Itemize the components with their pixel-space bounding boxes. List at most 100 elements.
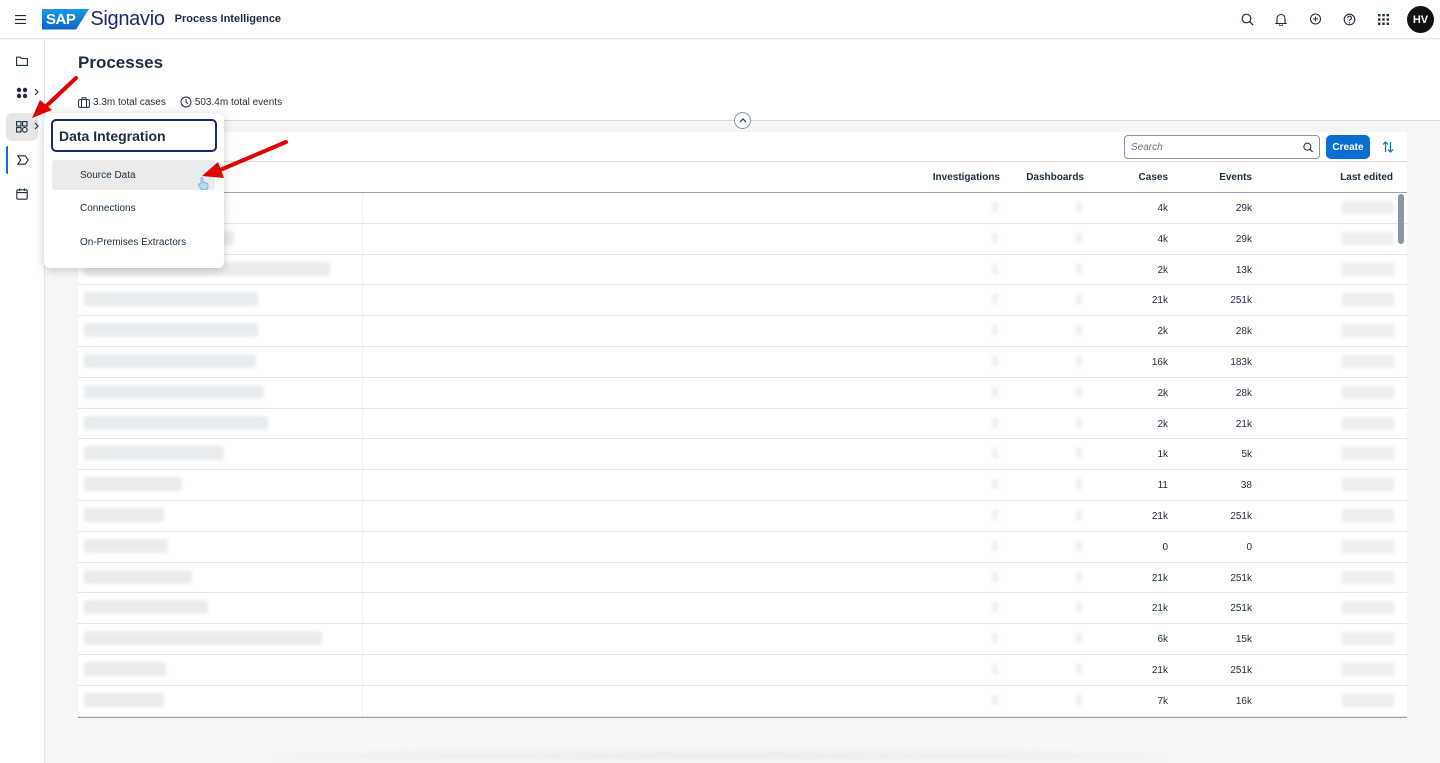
search-icon[interactable] — [1230, 3, 1264, 37]
table-row[interactable]: 2k 13k — [78, 254, 1407, 286]
investigations-redacted — [992, 602, 998, 613]
events-cell: 29k — [1235, 233, 1252, 245]
search-icon[interactable] — [1302, 142, 1313, 153]
table-row[interactable]: 6k 15k — [78, 624, 1407, 655]
table-row[interactable]: 21k 251k — [78, 500, 1407, 532]
process-name-redacted[interactable] — [84, 446, 224, 461]
last-edited-redacted — [1342, 231, 1394, 245]
create-button[interactable]: Create — [1326, 135, 1370, 159]
cases-cell: 16k — [1151, 356, 1168, 368]
cases-cell: 21k — [1151, 295, 1168, 307]
process-name-redacted[interactable] — [84, 415, 268, 430]
chevron-right-icon — [34, 122, 39, 130]
last-edited-redacted — [1342, 539, 1394, 553]
total-events-stat: 503.4m total events — [180, 96, 282, 108]
apps-grid-icon[interactable] — [1366, 3, 1400, 37]
table-row[interactable]: 2k 28k — [78, 377, 1407, 409]
cases-cell: 2k — [1157, 418, 1168, 430]
process-name-redacted[interactable] — [84, 692, 164, 707]
investigations-redacted — [992, 540, 998, 551]
shell-actions: HV — [1230, 0, 1440, 39]
table-row[interactable]: 2k 21k — [78, 408, 1407, 440]
events-cell: 15k — [1235, 634, 1252, 646]
menu-item-on-premises-extractors[interactable]: On-Premises Extractors — [52, 227, 215, 257]
menu-item-connections[interactable]: Connections — [52, 193, 215, 223]
process-name-redacted[interactable] — [84, 538, 168, 553]
table-body: 4k 29k 4k 29k 2k 13k 21k 251k 2k 28k 16k 183k 2k 28k 2… — [78, 193, 1407, 717]
journey-icon — [17, 155, 29, 165]
data-integration-menu: Data Integration Source Data Connections… — [44, 113, 224, 268]
column-header-dashboards[interactable]: Dashboards — [1026, 172, 1084, 183]
table-row[interactable]: 4k 29k — [78, 193, 1407, 224]
last-edited-redacted — [1342, 385, 1394, 399]
dashboards-redacted — [1076, 232, 1082, 243]
investigations-redacted — [992, 386, 998, 397]
dashboards-redacted — [1076, 448, 1082, 459]
dashboards-redacted — [1076, 694, 1082, 705]
column-separator — [362, 593, 363, 624]
cases-cell: 2k — [1157, 326, 1168, 338]
collapse-header-button[interactable] — [734, 112, 751, 129]
table-row[interactable]: 21k 251k — [78, 285, 1407, 317]
help-icon[interactable] — [1332, 3, 1366, 37]
folder-icon — [16, 56, 28, 66]
last-edited-redacted — [1342, 570, 1394, 584]
process-name-redacted[interactable] — [84, 384, 264, 399]
process-name-redacted[interactable] — [84, 292, 258, 307]
cases-cell: 21k — [1151, 572, 1168, 584]
cases-cell: 21k — [1151, 510, 1168, 522]
sort-button[interactable] — [1379, 138, 1397, 156]
process-name-redacted[interactable] — [84, 507, 164, 522]
column-header-cases[interactable]: Cases — [1139, 172, 1168, 183]
menu-icon[interactable] — [0, 0, 40, 39]
table-row[interactable]: 21k 251k — [78, 654, 1407, 686]
process-name-redacted[interactable] — [84, 477, 182, 492]
events-cell: 5k — [1241, 449, 1252, 461]
chat-icon[interactable] — [1298, 3, 1332, 37]
investigations-redacted — [992, 694, 998, 705]
process-name-redacted[interactable] — [84, 600, 208, 615]
last-edited-redacted — [1342, 693, 1394, 707]
table-row[interactable]: 21k 251k — [78, 562, 1407, 594]
nav-journey[interactable] — [6, 146, 38, 174]
search-field[interactable] — [1124, 135, 1320, 159]
page-title: Processes — [78, 53, 164, 72]
process-name-redacted[interactable] — [84, 631, 322, 646]
sap-logo: SAP — [42, 8, 90, 30]
table-row[interactable]: 1k 5k — [78, 439, 1407, 471]
table-row[interactable]: 00 — [78, 531, 1407, 563]
table-row[interactable]: 7k 16k — [78, 685, 1407, 717]
process-name-redacted[interactable] — [84, 569, 192, 584]
table-row[interactable]: 11 38 — [78, 470, 1407, 501]
avatar[interactable]: HV — [1407, 6, 1434, 33]
menu-title[interactable]: Data Integration — [51, 119, 217, 152]
footer-shadow — [270, 752, 1170, 763]
process-name-redacted[interactable] — [84, 661, 166, 676]
process-name-redacted[interactable] — [84, 323, 258, 338]
last-edited-redacted — [1342, 601, 1394, 615]
dashboards-redacted — [1076, 355, 1082, 366]
menu-item-source-data[interactable]: Source Data — [52, 160, 215, 190]
nav-folder[interactable] — [6, 47, 38, 75]
events-cell: 251k — [1230, 295, 1252, 307]
table-row[interactable]: 16k 183k — [78, 346, 1407, 378]
process-name-redacted[interactable] — [84, 353, 256, 368]
table-row[interactable]: 2k 28k — [78, 316, 1407, 347]
table-scrollbar[interactable] — [1398, 194, 1404, 244]
events-cell: 0 — [1246, 541, 1252, 553]
nav-schedule[interactable] — [6, 180, 38, 208]
column-header-events[interactable]: Events — [1219, 172, 1252, 183]
logo[interactable]: SAP Signavio — [42, 8, 165, 31]
table-row[interactable]: 4k 29k — [78, 223, 1407, 255]
cases-cell: 4k — [1157, 203, 1168, 214]
dashboards-redacted — [1076, 479, 1082, 490]
column-header-last-edited[interactable]: Last edited — [1340, 172, 1393, 183]
table-row[interactable]: 21k 251k — [78, 593, 1407, 625]
investigations-redacted — [992, 417, 998, 428]
cases-cell: 11 — [1157, 480, 1168, 492]
column-separator — [362, 316, 363, 346]
bell-icon[interactable] — [1264, 3, 1298, 37]
search-input[interactable] — [1131, 141, 1303, 153]
dashboards-redacted — [1076, 417, 1082, 428]
column-header-investigations[interactable]: Investigations — [933, 172, 1000, 183]
